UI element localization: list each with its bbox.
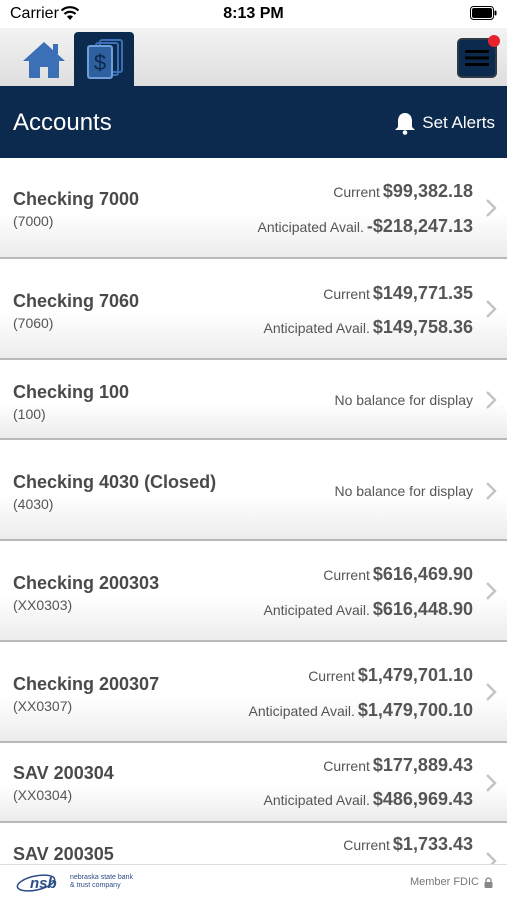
- tab-home[interactable]: [14, 34, 74, 86]
- current-label: Current: [323, 286, 370, 302]
- set-alerts-label: Set Alerts: [422, 113, 495, 132]
- anticipated-balance: Anticipated Avail. $486,969.43: [264, 789, 473, 810]
- accounts-list: Checking 7000 (7000) Current $99,382.18 …: [0, 158, 507, 864]
- battery-icon: [470, 6, 497, 20]
- anticipated-balance: Anticipated Avail. -$218,247.13: [258, 216, 473, 237]
- account-number: (XX0303): [13, 597, 73, 613]
- current-balance: Current $616,469.90: [323, 564, 473, 585]
- current-value: $149,771.35: [372, 283, 473, 303]
- logo-text: nebraska state bank & trust company: [70, 874, 134, 889]
- account-row[interactable]: SAV 200305 Current $1,733.43: [0, 823, 507, 864]
- page-header: Accounts Set Alerts: [0, 86, 507, 158]
- lock-icon: [484, 876, 493, 888]
- anticipated-label: Anticipated Avail.: [257, 219, 364, 235]
- chevron-right-icon: [486, 199, 497, 217]
- account-row[interactable]: Checking 100 (100) No balance for displa…: [0, 360, 507, 440]
- current-balance: Current $149,771.35: [323, 283, 473, 304]
- anticipated-value: $149,758.36: [372, 317, 473, 337]
- account-row[interactable]: Checking 7000 (7000) Current $99,382.18 …: [0, 158, 507, 259]
- no-balance-text: No balance for display: [334, 483, 473, 499]
- hamburger-icon: [465, 50, 489, 66]
- anticipated-label: Anticipated Avail.: [263, 792, 370, 808]
- account-number: (7060): [13, 315, 54, 331]
- account-name: Checking 4030 (Closed): [13, 472, 217, 492]
- anticipated-balance: Anticipated Avail. $1,479,700.10: [249, 700, 474, 721]
- chevron-right-icon: [486, 852, 497, 864]
- status-bar: Carrier 8:13 PM: [0, 0, 507, 28]
- current-label: Current: [333, 184, 380, 200]
- home-icon: [23, 42, 65, 78]
- fdic-label: Member FDIC: [409, 876, 479, 888]
- anticipated-label: Anticipated Avail.: [263, 320, 370, 336]
- anticipated-value: -$218,247.13: [366, 216, 473, 236]
- clock: 8:13 PM: [223, 5, 284, 22]
- bell-icon: [395, 113, 416, 135]
- current-value: $177,889.43: [372, 755, 473, 775]
- current-value: $1,733.43: [392, 834, 473, 854]
- account-number: (7000): [13, 213, 54, 229]
- current-label: Current: [323, 758, 370, 774]
- current-label: Current: [343, 837, 390, 853]
- current-balance: Current $1,479,701.10: [308, 665, 473, 686]
- current-label: Current: [323, 567, 370, 583]
- account-name: Checking 200307: [13, 674, 160, 694]
- member-fdic: Member FDIC: [410, 876, 493, 888]
- anticipated-value: $486,969.43: [372, 789, 473, 809]
- account-number: (4030): [13, 496, 54, 512]
- account-number: (100): [13, 406, 46, 422]
- dollar-document-icon: $: [87, 39, 123, 79]
- current-label: Current: [308, 668, 355, 684]
- account-row[interactable]: Checking 7060 (7060) Current $149,771.35…: [0, 259, 507, 360]
- anticipated-label: Anticipated Avail.: [248, 703, 355, 719]
- current-balance: Current $99,382.18: [333, 181, 473, 202]
- anticipated-value: $616,448.90: [372, 599, 473, 619]
- account-row[interactable]: Checking 4030 (Closed) (4030) No balance…: [0, 440, 507, 541]
- tab-accounts[interactable]: $: [74, 32, 134, 86]
- current-balance: Current $177,889.43: [323, 755, 473, 776]
- anticipated-balance: Anticipated Avail. $616,448.90: [264, 599, 473, 620]
- account-row[interactable]: Checking 200303 (XX0303) Current $616,46…: [0, 541, 507, 642]
- footer: nsb nebraska state bank & trust company …: [0, 864, 507, 900]
- bank-logo: nsb nebraska state bank & trust company: [16, 871, 150, 893]
- set-alerts-button[interactable]: Set Alerts: [394, 110, 495, 136]
- account-name: Checking 7000: [13, 189, 140, 209]
- page-title: Accounts: [13, 109, 112, 136]
- account-name: Checking 7060: [13, 291, 140, 311]
- account-name: SAV 200304: [13, 763, 114, 783]
- account-name: SAV 200305: [13, 844, 114, 864]
- nsb-logo-icon: nsb: [16, 874, 57, 892]
- account-name: Checking 100: [13, 382, 130, 402]
- menu-button[interactable]: [457, 35, 500, 78]
- chevron-right-icon: [486, 683, 497, 701]
- account-row[interactable]: SAV 200304 (XX0304) Current $177,889.43 …: [0, 743, 507, 823]
- anticipated-value: $1,479,700.10: [357, 700, 473, 720]
- no-balance-text: No balance for display: [334, 392, 473, 408]
- chevron-right-icon: [486, 391, 497, 409]
- chevron-right-icon: [486, 300, 497, 318]
- anticipated-label: Anticipated Avail.: [263, 602, 370, 618]
- tab-bar: $: [0, 28, 507, 86]
- account-row[interactable]: Checking 200307 (XX0307) Current $1,479,…: [0, 642, 507, 743]
- account-name: Checking 200303: [13, 573, 160, 593]
- account-number: (XX0304): [13, 787, 73, 803]
- svg-text:$: $: [94, 50, 106, 75]
- current-value: $99,382.18: [382, 181, 473, 201]
- chevron-right-icon: [486, 774, 497, 792]
- notification-dot: [488, 35, 500, 47]
- current-value: $616,469.90: [372, 564, 473, 584]
- current-balance: Current $1,733.43: [343, 834, 473, 855]
- anticipated-balance: Anticipated Avail. $149,758.36: [264, 317, 473, 338]
- chevron-right-icon: [486, 582, 497, 600]
- svg-text:nsb: nsb: [30, 875, 57, 892]
- chevron-right-icon: [486, 482, 497, 500]
- account-number: (XX0307): [13, 698, 73, 714]
- current-value: $1,479,701.10: [357, 665, 473, 685]
